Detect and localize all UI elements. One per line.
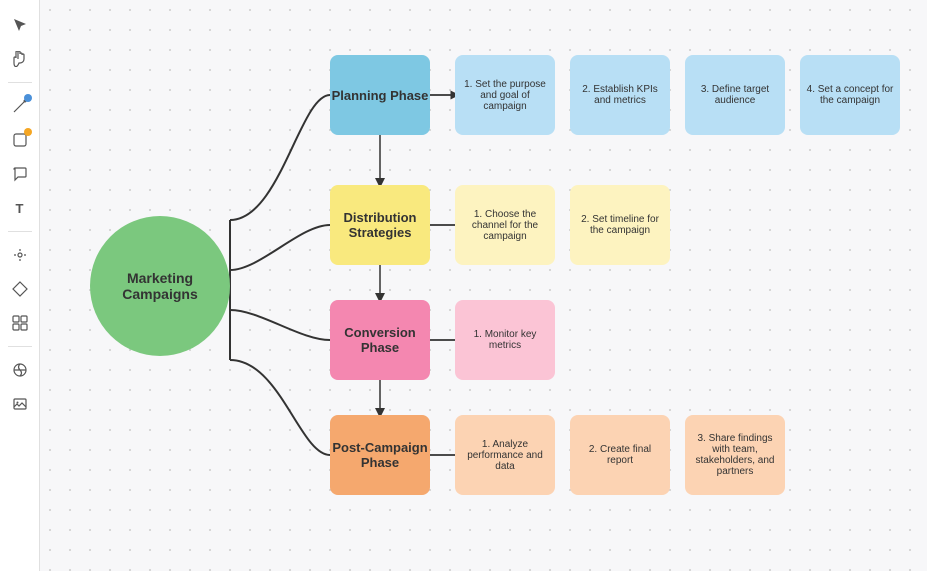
separator-3 [8, 346, 32, 347]
planning-sub-2-text: 2. Establish KPIs and metrics [576, 84, 664, 106]
phase-conversion-label: Conversion Phase [330, 325, 430, 355]
postcampaign-sub-2-text: 2. Create final report [576, 444, 664, 466]
plugin-tool[interactable] [5, 240, 35, 270]
comment-tool[interactable] [5, 159, 35, 189]
hand-tool[interactable] [5, 44, 35, 74]
component-tool[interactable] [5, 274, 35, 304]
planning-sub-2: 2. Establish KPIs and metrics [570, 55, 670, 135]
shape-tool[interactable] [5, 125, 35, 155]
globe-tool[interactable] [5, 355, 35, 385]
distribution-sub-1-text: 1. Choose the channel for the campaign [461, 209, 549, 242]
text-tool[interactable]: T [5, 193, 35, 223]
postcampaign-sub-3-text: 3. Share findings with team, stakeholder… [691, 433, 779, 477]
distribution-sub-2: 2. Set timeline for the campaign [570, 185, 670, 265]
postcampaign-sub-2: 2. Create final report [570, 415, 670, 495]
phase-postcampaign[interactable]: Post-Campaign Phase [330, 415, 430, 495]
planning-sub-4-text: 4. Set a concept for the campaign [806, 84, 894, 106]
phase-planning[interactable]: Planning Phase [330, 55, 430, 135]
phase-planning-label: Planning Phase [332, 88, 429, 103]
central-node-label: Marketing Campaigns [90, 270, 230, 302]
shape-tool-dot [24, 128, 32, 136]
distribution-sub-2-text: 2. Set timeline for the campaign [576, 214, 664, 236]
postcampaign-sub-1: 1. Analyze performance and data [455, 415, 555, 495]
phase-postcampaign-label: Post-Campaign Phase [330, 440, 430, 470]
toolbar: T [0, 0, 40, 571]
pen-tool-dot [24, 94, 32, 102]
postcampaign-sub-3: 3. Share findings with team, stakeholder… [685, 415, 785, 495]
phase-distribution[interactable]: Distribution Strategies [330, 185, 430, 265]
separator-1 [8, 82, 32, 83]
canvas: Marketing Campaigns Planning Phase Distr… [40, 0, 927, 571]
planning-sub-1: 1. Set the purpose and goal of campaign [455, 55, 555, 135]
separator-2 [8, 231, 32, 232]
phase-conversion[interactable]: Conversion Phase [330, 300, 430, 380]
postcampaign-sub-1-text: 1. Analyze performance and data [461, 439, 549, 472]
pen-tool[interactable] [5, 91, 35, 121]
conversion-sub-1: 1. Monitor key metrics [455, 300, 555, 380]
image-tool[interactable] [5, 389, 35, 419]
planning-sub-4: 4. Set a concept for the campaign [800, 55, 900, 135]
central-node[interactable]: Marketing Campaigns [90, 216, 230, 356]
text-tool-label: T [16, 201, 24, 216]
distribution-sub-1: 1. Choose the channel for the campaign [455, 185, 555, 265]
layout-tool[interactable] [5, 308, 35, 338]
conversion-sub-1-text: 1. Monitor key metrics [461, 329, 549, 351]
planning-sub-3-text: 3. Define target audience [691, 84, 779, 106]
phase-distribution-label: Distribution Strategies [330, 210, 430, 240]
planning-sub-1-text: 1. Set the purpose and goal of campaign [461, 79, 549, 112]
planning-sub-3: 3. Define target audience [685, 55, 785, 135]
cursor-tool[interactable] [5, 10, 35, 40]
